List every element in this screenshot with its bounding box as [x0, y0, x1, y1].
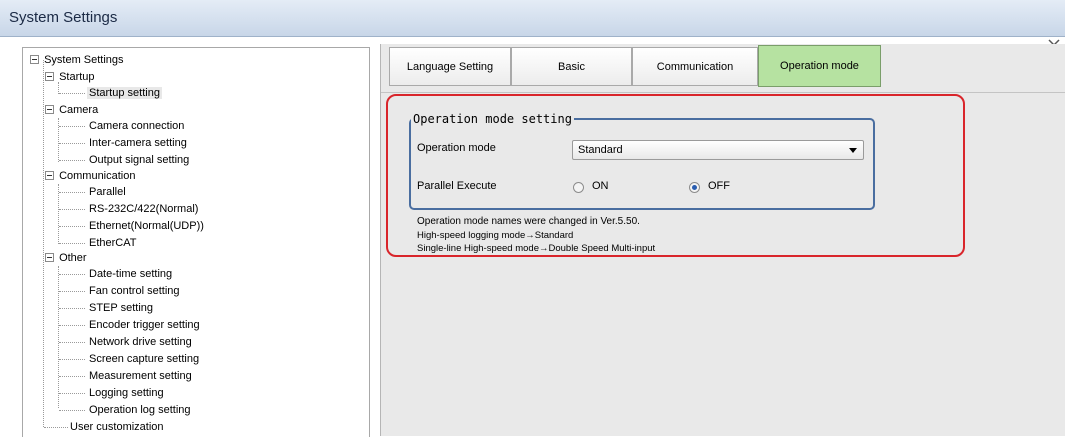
tab-basic[interactable]: Basic [511, 47, 632, 86]
tree-item-logging-setting[interactable]: Logging setting [87, 385, 166, 401]
tree-item-network-drive-setting[interactable]: Network drive setting [87, 334, 194, 350]
title-bar: System Settings [0, 0, 1065, 37]
tree-item-measurement-setting[interactable]: Measurement setting [87, 368, 194, 384]
tree-node-other[interactable]: Other [45, 250, 89, 266]
collapse-icon[interactable] [45, 104, 54, 114]
tree-item-step-setting[interactable]: STEP setting [87, 300, 155, 316]
tree-item-operation-log-setting[interactable]: Operation log setting [87, 402, 193, 418]
tree-item-camera-connection[interactable]: Camera connection [87, 118, 186, 134]
tree-node-communication[interactable]: Communication [45, 168, 137, 184]
tree-item-screen-capture-setting[interactable]: Screen capture setting [87, 351, 201, 367]
window-title: System Settings [9, 9, 118, 26]
tree-item-parallel[interactable]: Parallel [87, 184, 128, 200]
tree-item-ethercat[interactable]: EtherCAT [87, 235, 138, 251]
settings-panel: Language Setting Basic Communication Ope… [380, 44, 1065, 436]
collapse-icon[interactable] [30, 54, 39, 64]
tree-item-output-signal-setting[interactable]: Output signal setting [87, 152, 191, 168]
tree-item-inter-camera-setting[interactable]: Inter-camera setting [87, 135, 189, 151]
tree-item-encoder-trigger-setting[interactable]: Encoder trigger setting [87, 317, 202, 333]
tree-node-startup[interactable]: Startup [45, 69, 97, 85]
tab-divider [381, 92, 1065, 93]
tab-communication[interactable]: Communication [632, 47, 758, 86]
tab-operation-mode[interactable]: Operation mode [758, 45, 881, 87]
highlight-callout [386, 94, 965, 257]
collapse-icon[interactable] [45, 252, 54, 262]
tree-node-camera[interactable]: Camera [45, 102, 100, 118]
settings-tree: System Settings Startup Startup setting … [22, 47, 370, 437]
tree-item-rs232c[interactable]: RS-232C/422(Normal) [87, 201, 200, 217]
tree-item-startup-setting[interactable]: Startup setting [87, 85, 162, 101]
collapse-icon[interactable] [45, 71, 54, 81]
tree-item-user-customization[interactable]: User customization [68, 419, 166, 435]
tree-item-ethernet[interactable]: Ethernet(Normal(UDP)) [87, 218, 206, 234]
tab-strip: Language Setting Basic Communication Ope… [381, 44, 1065, 90]
collapse-icon[interactable] [45, 170, 54, 180]
tree-item-fan-control-setting[interactable]: Fan control setting [87, 283, 182, 299]
tree-item-date-time-setting[interactable]: Date-time setting [87, 266, 174, 282]
tree-node-system-settings[interactable]: System Settings [30, 52, 126, 68]
tab-language-setting[interactable]: Language Setting [389, 47, 511, 86]
